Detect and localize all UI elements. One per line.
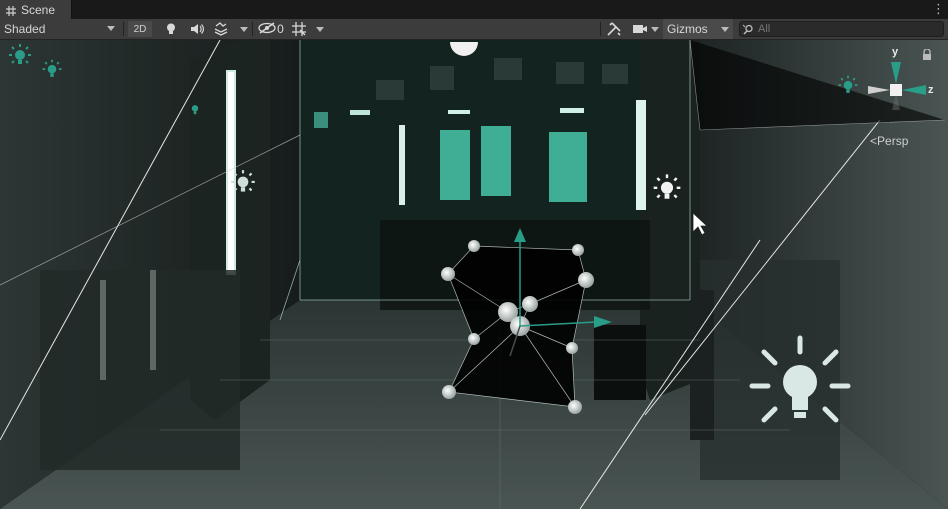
effects-toggle-button[interactable] [211, 19, 231, 39]
kebab-icon[interactable]: ⋮ [932, 2, 945, 16]
camera-dropdown[interactable] [650, 19, 660, 39]
search-icon [742, 24, 755, 38]
light-bulb-icon[interactable] [228, 168, 258, 198]
chevron-down-icon [316, 26, 324, 32]
lighting-toggle-button[interactable] [161, 19, 181, 39]
gizmos-label: Gizmos [667, 22, 708, 36]
audio-toggle-button[interactable] [187, 19, 207, 39]
toolbar-divider [252, 22, 253, 36]
draw-mode-label: Shaded [4, 22, 46, 36]
axis-y-label: y [892, 46, 899, 58]
light-bulb-icon[interactable] [650, 172, 684, 206]
2d-toggle-button[interactable]: 2D [128, 21, 152, 37]
toolbar-divider [123, 22, 124, 36]
grid-snap-dropdown[interactable] [315, 19, 325, 39]
camera-icon [632, 23, 648, 35]
tools-button[interactable] [604, 19, 624, 39]
light-bulb-icon[interactable] [746, 334, 858, 434]
grid-snap-icon [292, 22, 306, 36]
scene-render [0, 40, 948, 509]
grid-icon [6, 5, 16, 16]
grid-snap-button[interactable] [289, 19, 309, 39]
chevron-down-icon [721, 27, 729, 32]
light-bulb-icon[interactable] [40, 58, 64, 82]
search-field[interactable] [739, 21, 944, 37]
projection-toggle[interactable]: <Persp [870, 134, 908, 148]
chevron-down-icon [651, 26, 659, 32]
light-bulb-icon [164, 22, 178, 36]
tab-title: Scene [21, 2, 56, 17]
speaker-icon [190, 22, 204, 36]
toolbar-divider [600, 22, 601, 36]
scene-visibility-toggle[interactable]: 0 [256, 19, 286, 39]
tools-icon [607, 22, 621, 36]
axis-z-label: z [928, 84, 934, 96]
gizmos-button[interactable]: Gizmos [663, 19, 733, 39]
chevron-down-icon [107, 26, 115, 31]
light-bulb-icon[interactable] [836, 74, 860, 98]
camera-settings-button[interactable] [630, 19, 650, 39]
tab-bar: Scene ⋮ [0, 0, 948, 20]
chevron-down-icon [240, 26, 248, 32]
lock-icon[interactable] [922, 49, 932, 61]
tab-scene[interactable]: Scene [0, 0, 72, 19]
projection-label: Persp [877, 134, 909, 148]
light-bulb-icon[interactable] [6, 42, 34, 70]
draw-mode-dropdown[interactable]: Shaded [0, 19, 120, 39]
hidden-count: 0 [277, 22, 284, 36]
light-bulb-icon[interactable] [186, 100, 204, 118]
search-input[interactable] [758, 22, 938, 36]
layers-icon [213, 22, 229, 36]
eye-slash-icon [258, 21, 276, 37]
arrow-left-icon: < [870, 134, 878, 148]
scene-viewport[interactable]: y z <Persp [0, 40, 948, 509]
effects-dropdown[interactable] [239, 19, 249, 39]
